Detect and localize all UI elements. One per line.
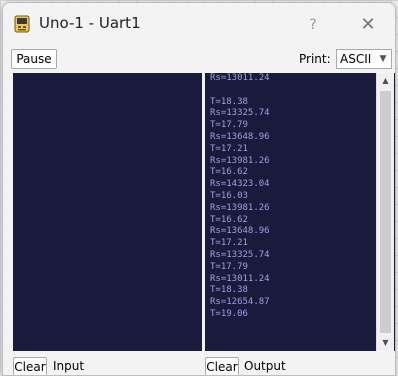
scrollbar-thumb[interactable] [380, 91, 391, 333]
output-line: T=17.79 [210, 120, 248, 131]
scroll-down-icon[interactable]: ▼ [377, 335, 394, 351]
help-button[interactable]: ? [301, 13, 325, 37]
output-console[interactable]: Rs=13011.24 T=18.38 Rs=13325.74 T=17.79 Rs=1… [205, 73, 395, 351]
toolbar: Pause Print: ASCII ▼ [3, 45, 395, 71]
print-format-value: ASCII [340, 52, 372, 66]
output-line: Rs=13011.24 [210, 273, 270, 284]
output-line: Rs=13648.96 [210, 226, 270, 237]
input-console[interactable] [13, 73, 202, 351]
clear-input-button[interactable]: Clear [13, 357, 47, 375]
output-line: T=17.21 [210, 238, 248, 249]
output-line: Rs=13981.26 [210, 155, 270, 166]
output-line: T=16.62 [210, 214, 248, 225]
output-line: Rs=13648.96 [210, 131, 270, 142]
output-line: Rs=13981.26 [210, 202, 270, 213]
output-line: Rs=13011.24 [210, 73, 270, 83]
uart-window: Uno-1 - Uart1 ? ✕ Pause Print: ASCII ▼ R… [2, 2, 396, 376]
close-button[interactable]: ✕ [356, 13, 380, 37]
output-line: T=16.03 [210, 190, 248, 201]
output-line: Rs=14323.04 [210, 179, 270, 190]
clear-output-button[interactable]: Clear [205, 357, 239, 375]
output-line: T=16.62 [210, 167, 248, 178]
window-title: Uno-1 - Uart1 [39, 14, 141, 32]
output-line: T=18.38 [210, 96, 248, 107]
output-lines: Rs=13011.24 T=18.38 Rs=13325.74 T=17.79 Rs=1… [210, 73, 270, 321]
chevron-down-icon: ▼ [377, 50, 389, 68]
print-label: Print: [299, 52, 331, 66]
output-line: Rs=12654.87 [210, 297, 270, 308]
output-line: T=17.21 [210, 143, 248, 154]
output-line: Rs=13325.74 [210, 249, 270, 260]
uart-device-icon [13, 15, 31, 33]
pause-button[interactable]: Pause [11, 49, 57, 69]
footer-bar: Clear Input Clear Output [3, 357, 395, 375]
title-bar[interactable]: Uno-1 - Uart1 ? ✕ [3, 3, 395, 43]
output-line: Rs=13325.74 [210, 108, 270, 119]
output-scrollbar[interactable]: ▲ ▼ [376, 73, 394, 351]
output-label: Output [244, 359, 286, 373]
output-line [210, 85, 270, 97]
print-format-select[interactable]: ASCII ▼ [336, 49, 392, 69]
output-line: T=19.06 [210, 308, 248, 319]
output-line: T=17.79 [210, 261, 248, 272]
scroll-up-icon[interactable]: ▲ [377, 73, 394, 89]
input-label: Input [53, 359, 85, 373]
output-line: T=18.38 [210, 285, 248, 296]
